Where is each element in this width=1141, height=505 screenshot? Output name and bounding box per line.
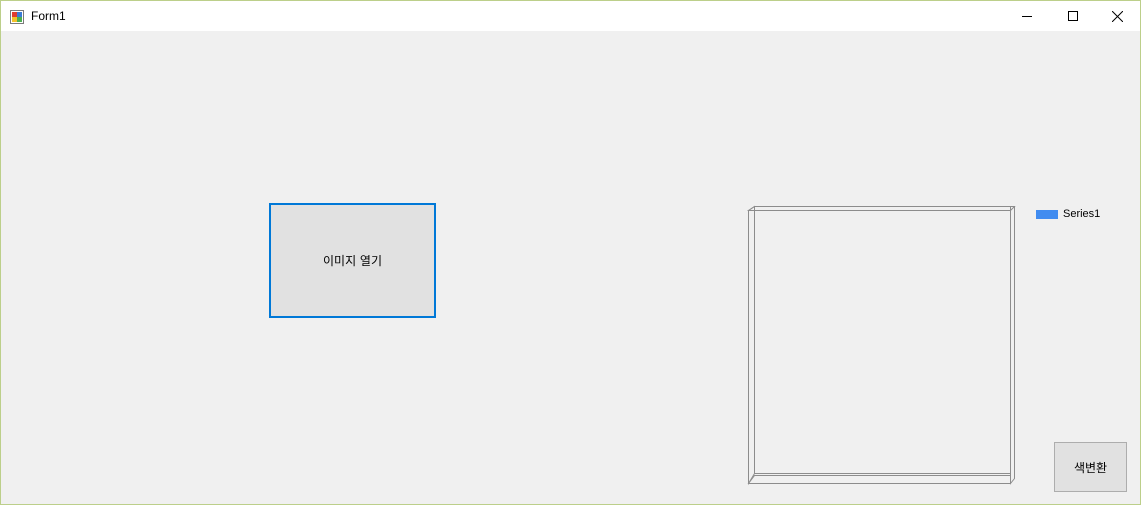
form-client-area: 이미지 열기 Series1 색변환 xyxy=(1,31,1140,504)
chart-right-wall xyxy=(1010,206,1015,485)
window-title: Form1 xyxy=(31,9,66,23)
color-convert-button[interactable]: 색변환 xyxy=(1054,442,1127,492)
winforms-app-icon[interactable] xyxy=(10,9,24,24)
open-image-button[interactable]: 이미지 열기 xyxy=(269,203,436,318)
chart-left-wall xyxy=(748,205,755,486)
minimize-button[interactable] xyxy=(1004,1,1050,31)
chart-back-wall xyxy=(754,206,1011,474)
chart-legend: Series1 xyxy=(1036,208,1100,220)
legend-swatch-series1 xyxy=(1036,209,1058,219)
close-button[interactable] xyxy=(1094,1,1140,31)
chart-plot-area-3d xyxy=(746,205,1016,486)
chart-top-edge xyxy=(746,206,1016,211)
maximize-button[interactable] xyxy=(1050,1,1096,31)
main-window: Form1 이미지 열기 Series1 색변환 xyxy=(0,0,1141,505)
minimize-icon xyxy=(1022,16,1032,17)
close-icon xyxy=(1111,10,1123,22)
title-bar[interactable]: Form1 xyxy=(1,1,1140,31)
legend-label-series1: Series1 xyxy=(1063,208,1101,220)
chart-floor xyxy=(747,475,1011,484)
maximize-icon xyxy=(1068,11,1078,21)
